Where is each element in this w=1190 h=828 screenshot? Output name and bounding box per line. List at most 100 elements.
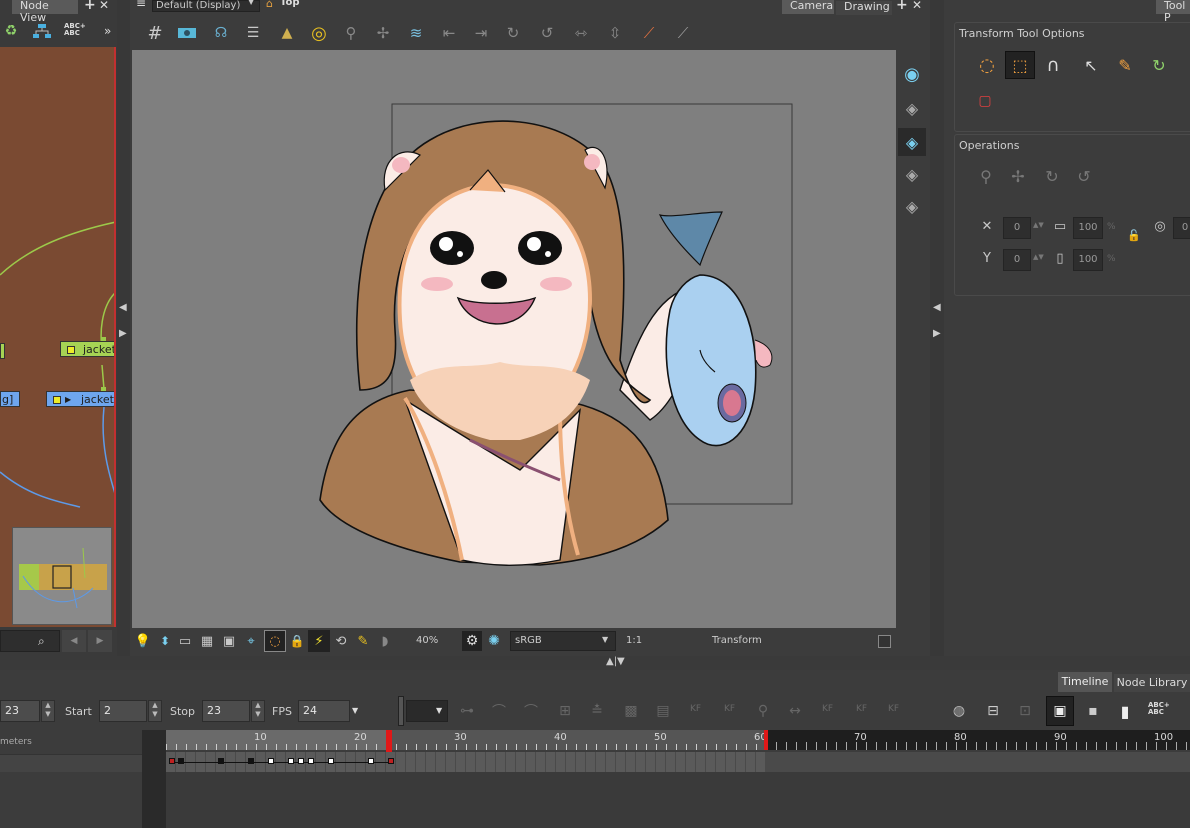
rotate-90-ccw-icon[interactable]: ↺ [1073, 165, 1095, 187]
motion-icon[interactable]: ≛ [586, 700, 608, 722]
start-field[interactable]: 2 [99, 700, 147, 722]
link-lock-icon[interactable]: 🔓 [1127, 229, 1141, 242]
show-small-icon[interactable]: ▪ [1082, 700, 1104, 722]
layers-active-icon[interactable]: ◈ [898, 128, 926, 156]
tab-node-library[interactable]: Node Library [1114, 674, 1190, 692]
close-view-button[interactable]: ✕ [912, 0, 922, 12]
connect-icon[interactable]: ⌒ [488, 700, 510, 722]
rotate-ccw-icon[interactable]: ↺ [536, 24, 558, 42]
add-peg-icon[interactable]: ⊶ [456, 700, 478, 722]
expand-right-icon[interactable]: ▶ [933, 328, 941, 339]
start-spin[interactable]: ▲ ▼ [148, 700, 162, 722]
y-spin[interactable]: ▲▼ [1033, 253, 1044, 261]
layers-icon[interactable]: ◈ [900, 96, 924, 120]
timeline-handle[interactable] [398, 696, 404, 726]
collapse-left-icon[interactable]: ◀ [119, 302, 127, 313]
x-spin[interactable]: ▲▼ [1033, 221, 1044, 229]
flip-horizontal-icon[interactable]: ⚲ [975, 165, 997, 187]
layer-color-dropdown-icon[interactable]: ▼ [436, 706, 442, 715]
keyframe[interactable] [298, 758, 304, 764]
guide-icon[interactable]: ⟋ [672, 24, 694, 42]
keyframe-add-icon[interactable]: KF [690, 704, 701, 714]
close-view-button[interactable]: ✕ [99, 0, 109, 12]
deform-icon[interactable]: ≋ [404, 24, 428, 42]
tab-camera[interactable]: Camera [782, 0, 834, 14]
stop-field[interactable]: 23 [202, 700, 250, 722]
render-icon[interactable]: ⚡ [308, 630, 330, 652]
y-field[interactable]: 0 [1003, 249, 1031, 271]
add-view-button[interactable]: + [896, 0, 908, 13]
keyframe[interactable] [218, 758, 224, 764]
mirror-v-icon[interactable]: ⇳ [604, 24, 626, 42]
height-field[interactable]: 100 [1073, 249, 1103, 271]
flip-h-icon[interactable]: ⇤ [438, 24, 460, 42]
keyframe-remove-icon[interactable]: KF [724, 704, 735, 714]
bounding-box-icon[interactable]: ▢ [975, 91, 995, 111]
layers-bottom-icon[interactable]: ◈ [900, 194, 924, 218]
keyframe[interactable] [308, 758, 314, 764]
color-space-select[interactable]: sRGB [510, 631, 616, 651]
abc-rename-icon[interactable]: ABC+ ABC [64, 23, 90, 37]
show-large-icon[interactable]: ▮ [1114, 700, 1136, 722]
node-canvas[interactable]: jacket_ ▶ jacket_ g] [0, 47, 116, 627]
tab-timeline[interactable]: Timeline [1058, 672, 1112, 692]
gear-icon[interactable]: ⚙ [462, 631, 482, 651]
search-icon[interactable]: ⌕ [38, 634, 45, 649]
rotate-90-cw-icon[interactable]: ↻ [1041, 165, 1063, 187]
lasso-mode-icon[interactable]: ◌ [264, 630, 286, 652]
zoom-value[interactable]: 40% [416, 635, 438, 646]
rotate-cw-icon[interactable]: ↻ [502, 24, 524, 42]
node-search-field[interactable] [0, 630, 60, 652]
lasso-icon[interactable]: ◌ [973, 51, 1001, 79]
nav-prev-button[interactable]: ◀ [62, 630, 86, 652]
menu-icon[interactable]: ≡ [136, 0, 146, 10]
disconnect-icon[interactable]: ⌒ [520, 700, 542, 722]
tab-drawing[interactable]: Drawing [836, 1, 892, 15]
color-wheel-icon[interactable]: ✺ [484, 631, 504, 651]
permanent-select-icon[interactable]: ↻ [1145, 51, 1173, 79]
rotate-view-icon[interactable]: ⟲ [332, 632, 350, 650]
show-thumbnail-icon[interactable]: ▣ [1046, 696, 1074, 726]
collapse-icon[interactable]: ⊡ [1014, 700, 1036, 722]
keyframe[interactable] [248, 758, 254, 764]
stop-marker[interactable] [764, 730, 768, 750]
node-enable-icon[interactable] [67, 346, 75, 354]
keyframe[interactable] [388, 758, 394, 764]
keyframe-next-icon[interactable]: KF [856, 704, 867, 714]
layer-stack-icon[interactable]: ⬍ [156, 632, 174, 650]
expand-right-icon[interactable]: ▶ [119, 328, 127, 339]
nav-next-button[interactable]: ▶ [88, 630, 112, 652]
ruler-icon[interactable]: ⟋ [638, 24, 660, 42]
width-field[interactable]: 100 [1073, 217, 1103, 239]
add-view-button[interactable]: + [84, 0, 96, 13]
track-empty[interactable] [166, 772, 1190, 828]
magnet-icon[interactable]: ∩ [1039, 51, 1067, 79]
frame-track[interactable] [166, 752, 1190, 772]
lock-icon[interactable]: 🔒 [288, 632, 306, 650]
display-select[interactable]: Default (Display) [152, 0, 260, 12]
flip-vertical-icon[interactable]: ✢ [1007, 165, 1029, 187]
bone-select-icon[interactable]: ✎ [1111, 51, 1139, 79]
onion-icon[interactable]: ◍ [948, 700, 970, 722]
layer-row[interactable] [0, 754, 154, 772]
home-icon[interactable]: ⌂ [266, 0, 273, 10]
node-jacket-green[interactable]: jacket_ [60, 341, 114, 357]
light-table-icon[interactable]: ☰ [242, 24, 264, 42]
network-icon[interactable] [32, 22, 52, 40]
select-cursor-icon[interactable]: ↖ [1077, 51, 1105, 79]
x-field[interactable]: 0 [1003, 217, 1031, 239]
keyframe[interactable] [368, 758, 374, 764]
keyframe[interactable] [328, 758, 334, 764]
angle-field[interactable]: 0 [1173, 217, 1190, 239]
display-dropdown-icon[interactable]: ▼ [248, 0, 254, 6]
checkbox[interactable] [878, 635, 891, 648]
node-view-tab[interactable]: Node View [12, 0, 78, 24]
onion-skin-icon[interactable]: ☊ [210, 24, 232, 42]
tool-properties-tab[interactable]: Tool P [1156, 0, 1190, 24]
recycle-icon[interactable]: ♻ [2, 22, 20, 40]
node-enable-icon[interactable] [53, 396, 61, 404]
table-icon[interactable]: ▦ [198, 632, 216, 650]
stamp-icon[interactable]: ▲ [276, 24, 298, 42]
chevron-down-icon[interactable]: ▼ [602, 635, 608, 644]
safe-area-icon[interactable]: ▣ [220, 632, 238, 650]
